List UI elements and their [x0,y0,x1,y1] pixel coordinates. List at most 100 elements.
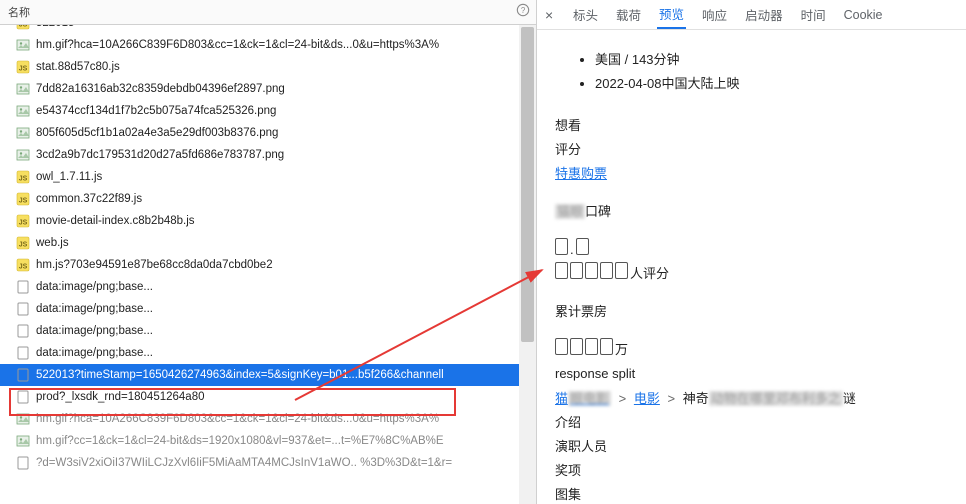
img-file-icon [16,126,30,140]
svg-text:JS: JS [19,198,28,205]
svg-text:JS: JS [19,264,28,271]
doc-file-icon [16,390,30,404]
box-office-label: 累计票房 [555,300,956,324]
promo-ticket-link[interactable]: 特惠购票 [555,166,607,181]
img-file-icon [16,434,30,448]
img-file-icon [16,148,30,162]
help-icon[interactable]: ? [514,1,532,19]
request-row[interactable]: ?d=W3siV2xiOiI37WIiLCJzXvl6IiF5MiAaMTA4M… [0,452,536,474]
request-name: hm.gif?hca=10A266C839F6D803&cc=1&ck=1&cl… [36,413,439,425]
js-file-icon: JS [16,192,30,206]
doc-file-icon [16,280,30,294]
response-split-label: response split [555,362,956,386]
intro-label: 介绍 [555,411,956,435]
column-header-name[interactable]: 名称 ? [0,0,536,25]
request-name: stat.88d57c80.js [36,61,120,73]
preview-content: 美国 / 143分钟 2022-04-08中国大陆上映 想看 评分 特惠购票 猫… [537,30,966,504]
tab-响应[interactable]: 响应 [700,1,729,28]
awards-label: 奖项 [555,459,956,483]
request-name: data:image/png;base... [36,347,153,359]
doc-file-icon [16,346,30,360]
request-name: movie-detail-index.c8b2b48b.js [36,215,195,227]
img-file-icon [16,104,30,118]
koubei-label: 猫眼口碑 [555,200,956,224]
request-row[interactable]: hm.gif?hca=10A266C839F6D803&cc=1&ck=1&cl… [0,408,536,430]
rating-score: . [555,238,956,262]
crumb-current: 神奇动物在哪里邓布利多之谜 [683,391,856,406]
scrollbar[interactable] [519,25,536,504]
js-file-icon: JS [16,214,30,228]
tab-时间[interactable]: 时间 [799,1,828,28]
doc-file-icon [16,302,30,316]
js-file-icon: JS [16,170,30,184]
network-requests-panel: 名称 ? JS 522015 hm.gif?hca=10A266C839F6D803… [0,0,537,504]
svg-text:JS: JS [19,242,28,249]
request-name: owl_1.7.11.js [36,171,102,183]
gallery-label: 图集 [555,483,956,504]
request-name: 3cd2a9b7dc179531d20d27a5fd686e783787.png [36,149,284,161]
request-row[interactable]: data:image/png;base... [0,320,536,342]
request-name: hm.gif?hca=10A266C839F6D803&cc=1&ck=1&cl… [36,39,439,51]
request-row[interactable]: 805f605d5cf1b1a02a4e3a5e29df003b8376.png [0,122,536,144]
request-row[interactable]: data:image/png;base... [0,342,536,364]
request-name: common.37c22f89.js [36,193,142,205]
request-row[interactable]: JS movie-detail-index.c8b2b48b.js [0,210,536,232]
request-row[interactable]: hm.gif?hca=10A266C839F6D803&cc=1&ck=1&cl… [0,34,536,56]
request-name: web.js [36,237,69,249]
request-name: hm.gif?cc=1&ck=1&cl=24-bit&ds=1920x1080&… [36,435,444,447]
tab-预览[interactable]: 预览 [657,0,686,29]
request-row[interactable]: 3cd2a9b7dc179531d20d27a5fd686e783787.png [0,144,536,166]
svg-text:JS: JS [19,176,28,183]
svg-text:?: ? [521,6,526,15]
breadcrumb: 猫眼电影 > 电影 > 神奇动物在哪里邓布利多之谜 [555,387,956,411]
details-panel: × 标头载荷预览响应启动器时间 Cookie 美国 / 143分钟 2022-04… [537,0,966,504]
request-row[interactable]: JS stat.88d57c80.js [0,56,536,78]
svg-text:JS: JS [19,25,28,29]
request-row[interactable]: hm.gif?cc=1&ck=1&cl=24-bit&ds=1920x1080&… [0,430,536,452]
tab-启动器[interactable]: 启动器 [743,1,785,28]
js-file-icon: JS [16,60,30,74]
request-row[interactable]: e54374ccf134d1f7b2c5b075a74fca525326.png [0,100,536,122]
request-name: 522013?timeStamp=1650426274963&index=5&s… [36,369,444,381]
request-name: 522015 [36,25,74,29]
doc-file-icon [16,368,30,382]
close-icon[interactable]: × [545,7,557,23]
svg-text:JS: JS [19,220,28,227]
request-name: data:image/png;base... [36,325,153,337]
detail-tabs: × 标头载荷预览响应启动器时间 Cookie [537,0,966,30]
rating-count: 人评分 [555,262,956,286]
tab-Cookie[interactable]: Cookie [842,4,885,26]
request-name: prod?_lxsdk_rnd=180451264a80 [36,391,205,403]
request-row[interactable]: prod?_lxsdk_rnd=180451264a80 [0,386,536,408]
request-row[interactable]: JS common.37c22f89.js [0,188,536,210]
request-list[interactable]: JS 522015 hm.gif?hca=10A266C839F6D803&cc=1… [0,25,536,504]
js-file-icon: JS [16,25,30,30]
bullet-country-duration: 美国 / 143分钟 [595,48,956,72]
scroll-thumb[interactable] [521,27,534,342]
bullet-release-date: 2022-04-08中国大陆上映 [595,72,956,96]
request-name: hm.js?703e94591e87be68cc8da0da7cbd0be2 [36,259,273,271]
js-file-icon: JS [16,236,30,250]
request-row[interactable]: JS owl_1.7.11.js [0,166,536,188]
crumb-link-movies[interactable]: 电影 [634,391,660,406]
rate-label: 评分 [555,138,956,162]
img-file-icon [16,82,30,96]
request-row[interactable]: data:image/png;base... [0,276,536,298]
request-row[interactable]: JS web.js [0,232,536,254]
request-row[interactable]: data:image/png;base... [0,298,536,320]
crumb-link-home[interactable]: 猫眼电影 [555,391,611,406]
request-name: 805f605d5cf1b1a02a4e3a5e29df003b8376.png [36,127,278,139]
cast-label: 演职人员 [555,435,956,459]
want-watch-label: 想看 [555,114,956,138]
img-file-icon [16,38,30,52]
box-office-value: 万 [555,338,956,362]
request-name: e54374ccf134d1f7b2c5b075a74fca525326.png [36,105,276,117]
tab-标头[interactable]: 标头 [571,1,600,28]
request-row[interactable]: JS hm.js?703e94591e87be68cc8da0da7cbd0be2 [0,254,536,276]
svg-text:JS: JS [19,66,28,73]
request-row[interactable]: JS 522015 [0,25,536,34]
request-row[interactable]: 7dd82a16316ab32c8359debdb04396ef2897.png [0,78,536,100]
request-name: data:image/png;base... [36,303,153,315]
tab-载荷[interactable]: 载荷 [614,1,643,28]
request-row[interactable]: 522013?timeStamp=1650426274963&index=5&s… [0,364,536,386]
